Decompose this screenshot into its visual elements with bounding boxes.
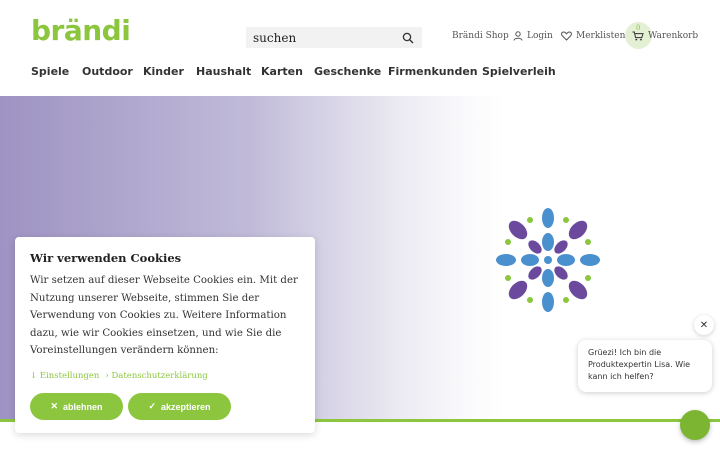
privacy-link-label: Datenschutzerklärung (111, 371, 208, 381)
cart-icon (632, 31, 644, 41)
nav-item-spiele[interactable]: Spiele (31, 65, 69, 78)
chat-greeting-bubble[interactable]: Grüezi! Ich bin die Produktexpertin Lisa… (578, 340, 712, 392)
privacy-link[interactable]: › Datenschutzerklärung (105, 371, 207, 381)
site-header: brändi Brändi Shop Login Merklisten 0 Wa… (0, 0, 720, 96)
nav-item-spielverleih[interactable]: Spielverleih (482, 65, 556, 78)
flower-mandala-image (496, 208, 600, 312)
nav-item-karten[interactable]: Karten (261, 65, 303, 78)
close-icon: ✕ (50, 401, 59, 411)
shop-link-label: Brändi Shop (452, 31, 509, 41)
nav-item-haushalt[interactable]: Haushalt (196, 65, 251, 78)
login-link[interactable]: Login (513, 31, 553, 41)
user-icon (513, 31, 523, 41)
settings-link-label: Einstellungen (39, 371, 100, 381)
login-link-label: Login (527, 31, 553, 41)
decline-button-label: ablehnen (63, 401, 103, 412)
nav-item-firmenkunden[interactable]: Firmenkunden (388, 65, 478, 78)
wishlist-link[interactable]: Merklisten (561, 31, 625, 41)
chat-close-button[interactable]: ✕ (694, 315, 714, 335)
search-input[interactable] (253, 28, 393, 47)
cart-link[interactable]: Warenkorb (632, 31, 698, 41)
settings-link[interactable]: ↓ Einstellungen (30, 371, 99, 381)
cookie-body-text: Wir setzen auf dieser Webseite Cookies e… (30, 275, 298, 356)
cart-link-label: Warenkorb (648, 31, 699, 41)
nav-item-kinder[interactable]: Kinder (143, 65, 184, 78)
nav-item-outdoor[interactable]: Outdoor (82, 65, 133, 78)
accept-button[interactable]: ✓ akzeptieren (128, 393, 231, 420)
heart-icon (561, 31, 572, 41)
shop-link[interactable]: Brändi Shop (452, 31, 509, 41)
check-icon: ✓ (148, 401, 156, 411)
accept-button-label: akzeptieren (161, 401, 211, 412)
nav-item-geschenke[interactable]: Geschenke (314, 65, 381, 78)
search-box[interactable] (246, 27, 422, 48)
chat-launcher-button[interactable] (680, 410, 710, 440)
chat-greeting-text: Grüezi! Ich bin die Produktexpertin Lisa… (588, 348, 691, 381)
cookie-title: Wir verwenden Cookies (30, 251, 182, 265)
cookie-links: ↓ Einstellungen › Datenschutzerklärung (30, 371, 208, 381)
brandi-logo[interactable]: brändi (31, 14, 131, 47)
search-icon[interactable] (402, 32, 414, 44)
decline-button[interactable]: ✕ ablehnen (30, 393, 123, 420)
close-icon: ✕ (699, 319, 709, 331)
wishlist-link-label: Merklisten (576, 31, 626, 41)
cookie-consent-dialog: Wir verwenden Cookies Wir setzen auf die… (15, 237, 315, 433)
